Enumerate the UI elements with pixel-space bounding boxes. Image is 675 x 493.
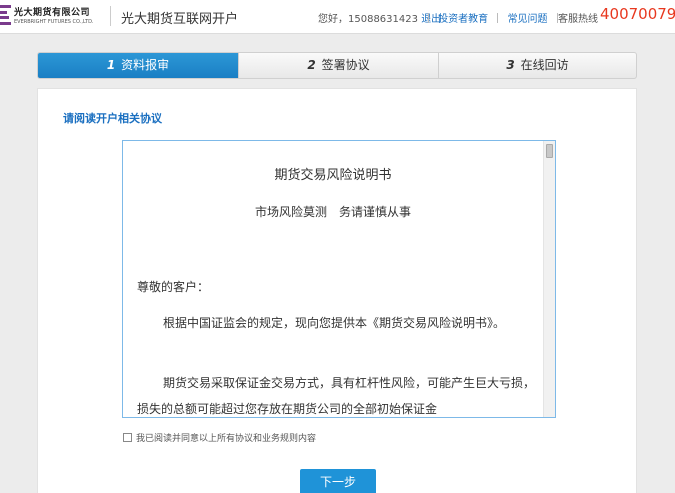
faq-link[interactable]: 常见问题: [508, 14, 548, 25]
scrollbar-thumb[interactable]: [546, 144, 553, 158]
step-label: 资料报审: [121, 58, 170, 72]
document-content: 期货交易风险说明书 市场风险莫测 务请谨慎从事 尊敬的客户： 根据中国证监会的规…: [123, 141, 543, 417]
site-title: 光大期货互联网开户: [121, 12, 239, 27]
step-2-tab: 2 签署协议: [238, 53, 438, 78]
hotline-number: 4007007979: [600, 5, 675, 23]
agree-checkbox[interactable]: [123, 433, 132, 442]
document-paragraph: 期货交易采取保证金交易方式，具有杠杆性风险，可能产生巨大亏损，损失的总额可能超过…: [137, 376, 536, 416]
main-panel: 请阅读开户相关协议 期货交易风险说明书 市场风险莫测 务请谨慎从事 尊敬的客户：…: [37, 88, 637, 493]
agree-checkbox-row[interactable]: 我已阅读并同意以上所有协议和业务规则内容: [123, 431, 316, 444]
investor-education-link[interactable]: 投资者教育: [438, 14, 488, 25]
document-scrollbar[interactable]: [543, 141, 555, 417]
hotline-label: 客服热线: [558, 14, 598, 25]
logo-name-cn: 光大期货有限公司: [14, 8, 91, 18]
step-label: 签署协议: [321, 58, 370, 72]
company-logo[interactable]: 光大期货有限公司 EVERBRIGHT FUTURES CO.,LTD.: [0, 3, 104, 31]
section-title: 请阅读开户相关协议: [63, 112, 162, 125]
step-3-tab: 3 在线回访: [438, 53, 636, 78]
header-divider: [110, 6, 111, 26]
step-progress-bar: 1 资料报审 2 签署协议 3 在线回访: [37, 52, 637, 79]
top-links: 投资者教育 常见问题: [428, 10, 564, 25]
agree-label: 我已阅读并同意以上所有协议和业务规则内容: [136, 434, 317, 444]
top-header: 光大期货有限公司 EVERBRIGHT FUTURES CO.,LTD. 光大期…: [0, 0, 675, 34]
document-paragraph: 根据中国证监会的规定，现向您提供本《期货交易风险说明书》。: [163, 316, 506, 330]
link-divider: [428, 13, 429, 23]
step-number: 3: [506, 58, 515, 72]
next-step-button[interactable]: 下一步: [300, 469, 376, 493]
agreement-document-viewer[interactable]: 期货交易风险说明书 市场风险莫测 务请谨慎从事 尊敬的客户： 根据中国证监会的规…: [122, 140, 556, 418]
document-title: 期货交易风险说明书: [274, 168, 392, 183]
step-label: 在线回访: [520, 58, 569, 72]
step-1-tab: 1 资料报审: [38, 53, 238, 78]
document-salutation: 尊敬的客户：: [137, 280, 210, 294]
logo-mark-icon: [0, 5, 11, 25]
greeting-text: 您好，15088631423: [318, 14, 418, 25]
user-greeting: 您好，15088631423 退出: [318, 10, 441, 25]
link-divider: [497, 13, 499, 23]
step-number: 2: [307, 58, 316, 72]
step-number: 1: [106, 58, 116, 72]
document-subtitle: 市场风险莫测 务请谨慎从事: [254, 205, 411, 219]
logo-name-en: EVERBRIGHT FUTURES CO.,LTD.: [14, 19, 94, 25]
